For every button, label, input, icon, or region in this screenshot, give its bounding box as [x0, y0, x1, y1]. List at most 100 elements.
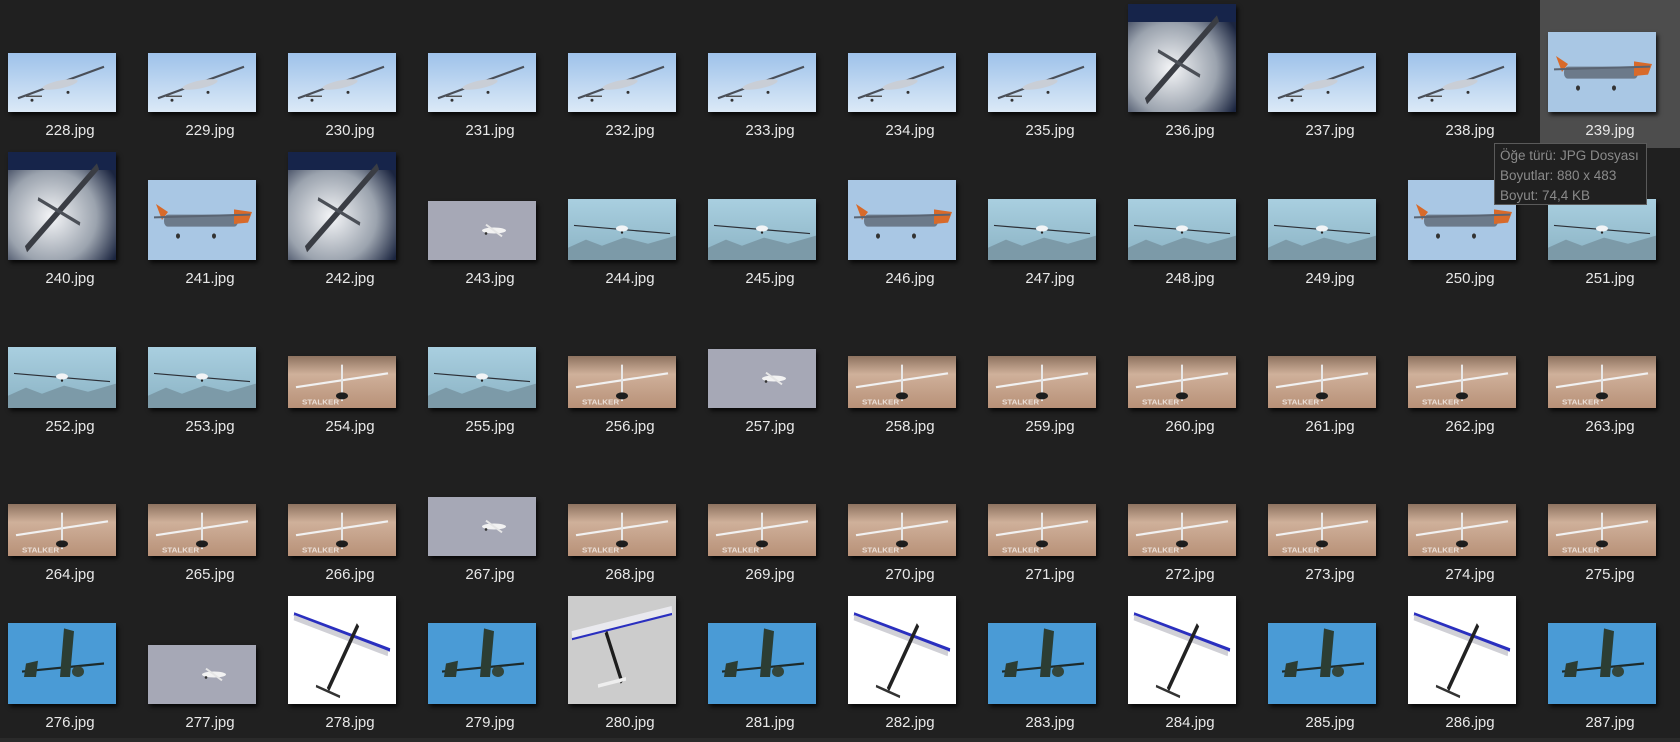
thumbnail-image[interactable]: STALKER — [848, 356, 956, 408]
file-item[interactable]: 240.jpg — [0, 148, 140, 296]
thumbnail-image[interactable] — [568, 199, 676, 260]
thumbnail-image[interactable] — [708, 623, 816, 704]
file-item[interactable]: 257.jpg — [700, 296, 840, 444]
thumbnail-image[interactable]: STALKER — [1548, 356, 1656, 408]
file-item[interactable]: STALKER 273.jpg — [1260, 444, 1400, 592]
file-item[interactable]: 242.jpg — [280, 148, 420, 296]
file-item[interactable]: 252.jpg — [0, 296, 140, 444]
thumbnail-image[interactable] — [568, 596, 676, 704]
thumbnail-image[interactable] — [1268, 53, 1376, 112]
file-item[interactable]: 229.jpg — [140, 0, 280, 148]
thumbnail-image[interactable] — [1128, 199, 1236, 260]
file-item[interactable]: 279.jpg — [420, 592, 560, 740]
thumbnail-image[interactable] — [288, 596, 396, 704]
file-item[interactable]: 267.jpg — [420, 444, 560, 592]
file-item[interactable]: 230.jpg — [280, 0, 420, 148]
thumbnail-image[interactable] — [1128, 4, 1236, 112]
thumbnail-image[interactable] — [1548, 32, 1656, 112]
file-item[interactable]: 287.jpg — [1540, 592, 1680, 740]
file-item[interactable]: STALKER 274.jpg — [1400, 444, 1540, 592]
thumbnail-image[interactable] — [148, 180, 256, 260]
file-item[interactable]: STALKER 254.jpg — [280, 296, 420, 444]
thumbnail-image[interactable] — [1408, 596, 1516, 704]
thumbnail-image[interactable] — [848, 596, 956, 704]
file-item[interactable]: STALKER 262.jpg — [1400, 296, 1540, 444]
thumbnail-image[interactable]: STALKER — [288, 356, 396, 408]
thumbnail-image[interactable] — [1548, 623, 1656, 704]
thumbnail-image[interactable] — [428, 347, 536, 408]
file-item[interactable]: 233.jpg — [700, 0, 840, 148]
thumbnail-image[interactable] — [708, 199, 816, 260]
file-item[interactable]: 246.jpg — [840, 148, 980, 296]
thumbnail-image[interactable] — [288, 53, 396, 112]
file-item[interactable]: 234.jpg — [840, 0, 980, 148]
file-item[interactable]: 239.jpg — [1540, 0, 1680, 148]
file-item[interactable]: 249.jpg — [1260, 148, 1400, 296]
file-item[interactable]: 247.jpg — [980, 148, 1120, 296]
thumbnail-image[interactable] — [8, 623, 116, 704]
file-item[interactable]: 282.jpg — [840, 592, 980, 740]
thumbnail-image[interactable] — [1408, 53, 1516, 112]
file-item[interactable]: 283.jpg — [980, 592, 1120, 740]
thumbnail-image[interactable]: STALKER — [8, 504, 116, 556]
file-item[interactable]: 243.jpg — [420, 148, 560, 296]
thumbnail-image[interactable] — [1548, 199, 1656, 260]
thumbnail-image[interactable]: STALKER — [1128, 504, 1236, 556]
file-item[interactable]: STALKER 258.jpg — [840, 296, 980, 444]
file-item[interactable]: STALKER 271.jpg — [980, 444, 1120, 592]
file-item[interactable]: STALKER 265.jpg — [140, 444, 280, 592]
file-item[interactable]: STALKER 266.jpg — [280, 444, 420, 592]
thumbnail-image[interactable] — [1268, 199, 1376, 260]
thumbnail-image[interactable]: STALKER — [1128, 356, 1236, 408]
file-item[interactable]: 235.jpg — [980, 0, 1120, 148]
file-item[interactable]: STALKER 263.jpg — [1540, 296, 1680, 444]
thumbnail-image[interactable] — [428, 623, 536, 704]
thumbnail-image[interactable] — [848, 180, 956, 260]
thumbnail-image[interactable]: STALKER — [1408, 356, 1516, 408]
thumbnail-image[interactable]: STALKER — [988, 356, 1096, 408]
file-item[interactable]: 241.jpg — [140, 148, 280, 296]
file-item[interactable]: 228.jpg — [0, 0, 140, 148]
thumbnail-image[interactable] — [848, 53, 956, 112]
thumbnail-image[interactable] — [428, 497, 536, 556]
file-item[interactable]: STALKER 269.jpg — [700, 444, 840, 592]
file-item[interactable]: 276.jpg — [0, 592, 140, 740]
thumbnail-image[interactable] — [428, 53, 536, 112]
thumbnail-image[interactable] — [288, 152, 396, 260]
file-item[interactable]: 284.jpg — [1120, 592, 1260, 740]
file-item[interactable]: 286.jpg — [1400, 592, 1540, 740]
thumbnail-image[interactable]: STALKER — [1268, 504, 1376, 556]
file-item[interactable]: 285.jpg — [1260, 592, 1400, 740]
thumbnail-image[interactable]: STALKER — [1408, 504, 1516, 556]
thumbnail-image[interactable] — [148, 53, 256, 112]
file-item[interactable]: STALKER 272.jpg — [1120, 444, 1260, 592]
file-item[interactable]: STALKER 256.jpg — [560, 296, 700, 444]
thumbnail-image[interactable] — [148, 347, 256, 408]
thumbnail-image[interactable]: STALKER — [1548, 504, 1656, 556]
file-item[interactable]: 245.jpg — [700, 148, 840, 296]
thumbnail-image[interactable]: STALKER — [288, 504, 396, 556]
thumbnail-image[interactable]: STALKER — [848, 504, 956, 556]
thumbnail-image[interactable] — [988, 623, 1096, 704]
thumbnail-image[interactable] — [8, 347, 116, 408]
thumbnail-image[interactable]: STALKER — [568, 504, 676, 556]
thumbnail-image[interactable] — [8, 53, 116, 112]
file-item[interactable]: 231.jpg — [420, 0, 560, 148]
thumbnail-image[interactable]: STALKER — [148, 504, 256, 556]
file-item[interactable]: STALKER 264.jpg — [0, 444, 140, 592]
thumbnail-image[interactable]: STALKER — [568, 356, 676, 408]
thumbnail-image[interactable]: STALKER — [988, 504, 1096, 556]
file-item[interactable]: 248.jpg — [1120, 148, 1260, 296]
file-item[interactable]: 255.jpg — [420, 296, 560, 444]
thumbnail-image[interactable] — [708, 53, 816, 112]
file-item[interactable]: STALKER 268.jpg — [560, 444, 700, 592]
file-item[interactable]: STALKER 270.jpg — [840, 444, 980, 592]
thumbnail-image[interactable]: STALKER — [1268, 356, 1376, 408]
thumbnail-image[interactable] — [8, 152, 116, 260]
thumbnail-image[interactable] — [1128, 596, 1236, 704]
file-item[interactable]: STALKER 261.jpg — [1260, 296, 1400, 444]
file-item[interactable]: 236.jpg — [1120, 0, 1260, 148]
horizontal-scrollbar[interactable] — [0, 738, 1680, 742]
file-item[interactable]: STALKER 275.jpg — [1540, 444, 1680, 592]
thumbnail-image[interactable] — [708, 349, 816, 408]
